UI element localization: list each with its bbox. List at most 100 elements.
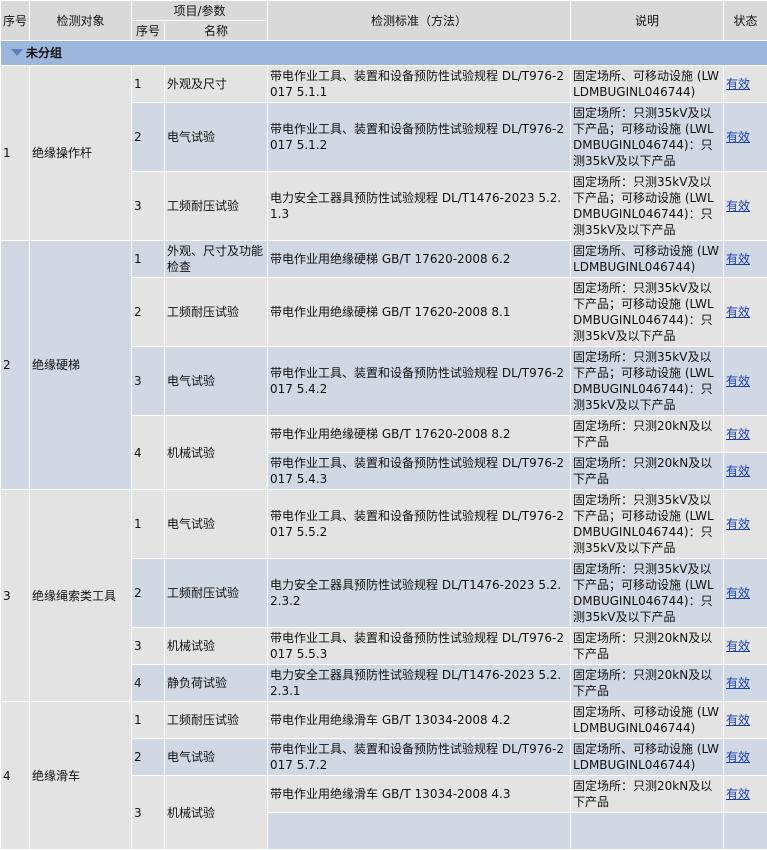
header-param-seq: 序号: [132, 21, 165, 41]
header-note: 说明: [571, 1, 724, 41]
object-name: 绝缘操作杆: [30, 66, 132, 241]
object-seq: 2: [1, 241, 30, 490]
param-name: 机械试验: [165, 776, 268, 850]
object-seq: 3: [1, 490, 30, 702]
standard-cell: 带电作业用绝缘硬梯 GB/T 17620-2008 8.2: [268, 416, 571, 453]
param-name: 机械试验: [165, 628, 268, 665]
standard-cell: 带电作业工具、装置和设备预防性试验规程 DL/T976-2017 5.1.2: [268, 103, 571, 172]
param-name: 工频耐压试验: [165, 172, 268, 241]
status-link[interactable]: 有效: [726, 639, 750, 653]
object-seq: 1: [1, 66, 30, 241]
standard-cell: 带电作业用绝缘硬梯 GB/T 17620-2008 8.1: [268, 278, 571, 347]
param-seq: 4: [132, 416, 165, 490]
note-cell: 固定场所：只测35kV及以下产品；可移动设施 (LWLDMBUGINL04674…: [571, 490, 724, 559]
param-seq: 4: [132, 665, 165, 702]
group-label: 未分组: [26, 46, 62, 60]
status-cell: [724, 813, 767, 850]
status-link[interactable]: 有效: [726, 427, 750, 441]
object-name: 绝缘硬梯: [30, 241, 132, 490]
status-cell[interactable]: 有效: [724, 103, 767, 172]
note-cell: 固定场所：只测20kN及以下产品: [571, 453, 724, 490]
param-seq: 2: [132, 278, 165, 347]
standard-cell: [268, 813, 571, 850]
table-row: 1 绝缘操作杆 1 外观及尺寸 带电作业工具、装置和设备预防性试验规程 DL/T…: [1, 66, 767, 103]
status-link[interactable]: 有效: [726, 464, 750, 478]
standard-cell: 电力安全工器具预防性试验规程 DL/T1476-2023 5.2.2.3.2: [268, 559, 571, 628]
note-cell: 固定场所、可移动设施 (LWLDMBUGINL046744): [571, 241, 724, 278]
status-link[interactable]: 有效: [726, 252, 750, 266]
note-cell: 固定场所：只测35kV及以下产品；可移动设施 (LWLDMBUGINL04674…: [571, 278, 724, 347]
param-name: 电气试验: [165, 103, 268, 172]
status-cell[interactable]: 有效: [724, 559, 767, 628]
standard-cell: 带电作业工具、装置和设备预防性试验规程 DL/T976-2017 5.1.1: [268, 66, 571, 103]
param-name: 外观、尺寸及功能检查: [165, 241, 268, 278]
param-seq: 2: [132, 103, 165, 172]
standard-cell: 带电作业工具、装置和设备预防性试验规程 DL/T976-2017 5.5.3: [268, 628, 571, 665]
param-seq: 3: [132, 776, 165, 850]
header-param-group: 项目/参数: [132, 1, 268, 21]
note-cell: [571, 813, 724, 850]
param-name: 静负荷试验: [165, 665, 268, 702]
status-cell[interactable]: 有效: [724, 702, 767, 739]
status-cell[interactable]: 有效: [724, 416, 767, 453]
status-link[interactable]: 有效: [726, 787, 750, 801]
standard-cell: 带电作业工具、装置和设备预防性试验规程 DL/T976-2017 5.7.2: [268, 739, 571, 776]
status-cell[interactable]: 有效: [724, 347, 767, 416]
status-link[interactable]: 有效: [726, 713, 750, 727]
standard-cell: 电力安全工器具预防性试验规程 DL/T1476-2023 5.2.1.3: [268, 172, 571, 241]
param-name: 工频耐压试验: [165, 702, 268, 739]
param-name: 电气试验: [165, 347, 268, 416]
param-seq: 2: [132, 739, 165, 776]
group-row[interactable]: 未分组: [1, 41, 767, 66]
status-link[interactable]: 有效: [726, 305, 750, 319]
param-seq: 3: [132, 628, 165, 665]
param-seq: 3: [132, 347, 165, 416]
note-cell: 固定场所、可移动设施 (LWLDMBUGINL046744): [571, 739, 724, 776]
status-link[interactable]: 有效: [726, 750, 750, 764]
standard-cell: 带电作业用绝缘滑车 GB/T 13034-2008 4.3: [268, 776, 571, 813]
table-row: 4 绝缘滑车 1 工频耐压试验 带电作业用绝缘滑车 GB/T 13034-200…: [1, 702, 767, 739]
status-cell[interactable]: 有效: [724, 241, 767, 278]
status-cell[interactable]: 有效: [724, 66, 767, 103]
status-link[interactable]: 有效: [726, 77, 750, 91]
status-link[interactable]: 有效: [726, 130, 750, 144]
object-name: 绝缘绳索类工具: [30, 490, 132, 702]
param-name: 电气试验: [165, 490, 268, 559]
status-cell[interactable]: 有效: [724, 628, 767, 665]
status-cell[interactable]: 有效: [724, 739, 767, 776]
note-cell: 固定场所：只测20kN及以下产品: [571, 628, 724, 665]
status-cell[interactable]: 有效: [724, 278, 767, 347]
status-link[interactable]: 有效: [726, 586, 750, 600]
note-cell: 固定场所、可移动设施 (LWLDMBUGINL046744): [571, 702, 724, 739]
status-link[interactable]: 有效: [726, 374, 750, 388]
status-cell[interactable]: 有效: [724, 665, 767, 702]
standard-cell: 带电作业用绝缘滑车 GB/T 13034-2008 4.2: [268, 702, 571, 739]
note-cell: 固定场所：只测20kN及以下产品: [571, 776, 724, 813]
collapse-triangle-icon[interactable]: [11, 49, 23, 56]
note-cell: 固定场所：只测35kV及以下产品；可移动设施 (LWLDMBUGINL04674…: [571, 559, 724, 628]
group-cell[interactable]: 未分组: [1, 41, 767, 66]
header-seq: 序号: [1, 1, 30, 41]
param-name: 机械试验: [165, 416, 268, 490]
header-standard: 检测标准（方法）: [268, 1, 571, 41]
standard-cell: 带电作业工具、装置和设备预防性试验规程 DL/T976-2017 5.4.2: [268, 347, 571, 416]
note-cell: 固定场所：只测35kV及以下产品；可移动设施 (LWLDMBUGINL04674…: [571, 103, 724, 172]
note-cell: 固定场所：只测20kN及以下产品: [571, 665, 724, 702]
note-cell: 固定场所：只测35kV及以下产品；可移动设施 (LWLDMBUGINL04674…: [571, 347, 724, 416]
status-cell[interactable]: 有效: [724, 776, 767, 813]
object-seq: 4: [1, 702, 30, 850]
param-name: 电气试验: [165, 739, 268, 776]
status-link[interactable]: 有效: [726, 199, 750, 213]
param-seq: 2: [132, 559, 165, 628]
note-cell: 固定场所：只测35kV及以下产品；可移动设施 (LWLDMBUGINL04674…: [571, 172, 724, 241]
status-link[interactable]: 有效: [726, 517, 750, 531]
note-cell: 固定场所、可移动设施 (LWLDMBUGINL046744): [571, 66, 724, 103]
param-name: 工频耐压试验: [165, 278, 268, 347]
table-row: 2 绝缘硬梯 1 外观、尺寸及功能检查 带电作业用绝缘硬梯 GB/T 17620…: [1, 241, 767, 278]
status-cell[interactable]: 有效: [724, 490, 767, 559]
status-cell[interactable]: 有效: [724, 453, 767, 490]
standard-cell: 带电作业工具、装置和设备预防性试验规程 DL/T976-2017 5.5.2: [268, 490, 571, 559]
status-cell[interactable]: 有效: [724, 172, 767, 241]
status-link[interactable]: 有效: [726, 676, 750, 690]
param-name: 外观及尺寸: [165, 66, 268, 103]
